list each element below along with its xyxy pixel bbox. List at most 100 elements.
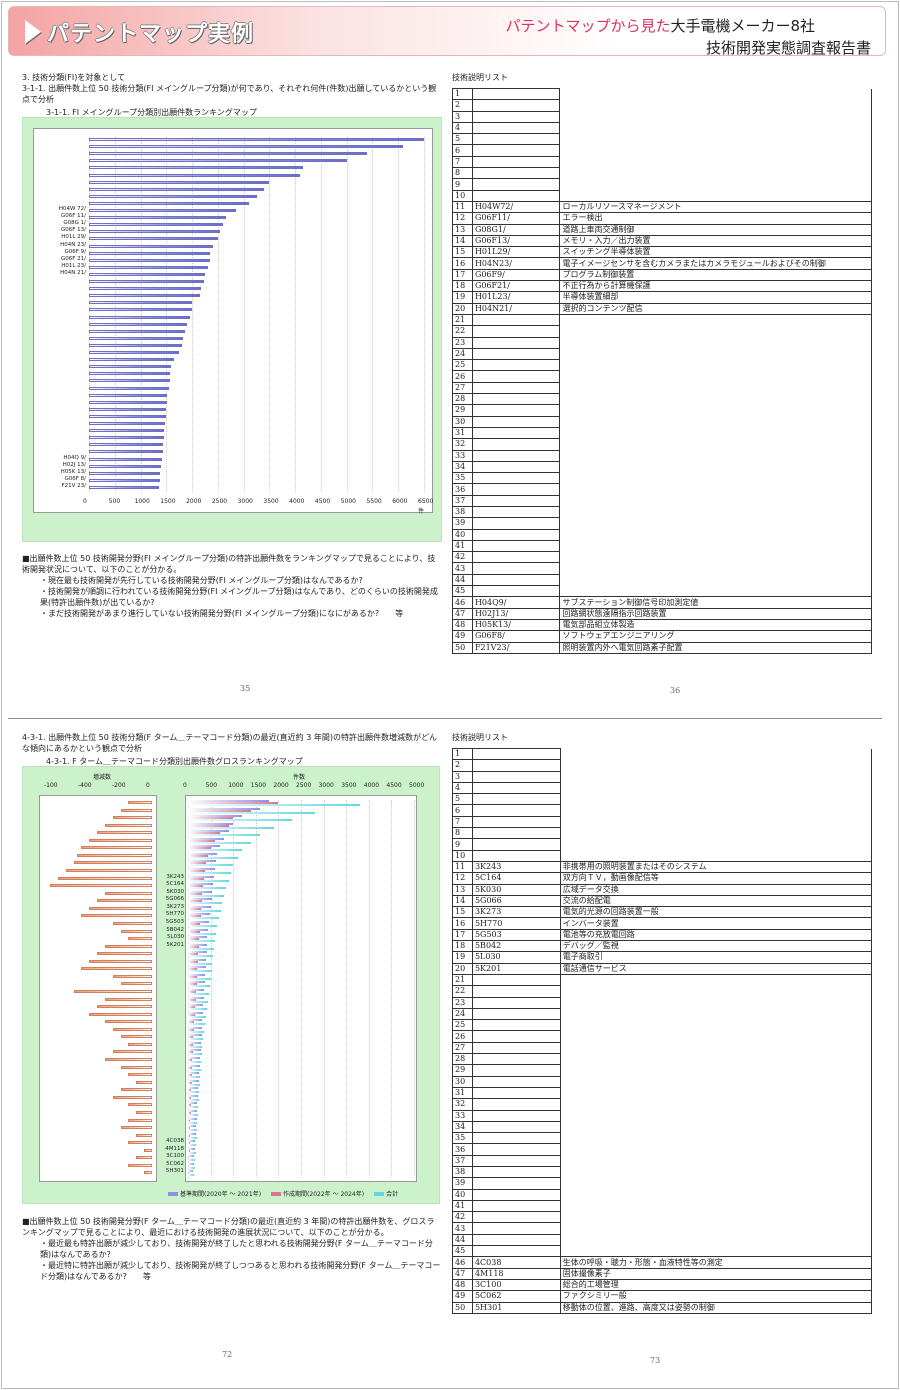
x-tick-label: 6000 — [392, 498, 408, 505]
tech-code — [471, 1109, 561, 1122]
tech-description — [559, 1019, 873, 1031]
legend-label: 作成期間(2022年 ～ 2024年) — [283, 1191, 365, 1198]
chart-bar — [89, 322, 187, 326]
x-tick-label: 3500 — [263, 498, 279, 505]
y-tick-label: G06F 9/ — [64, 248, 86, 255]
row-number: 39 — [452, 1177, 473, 1190]
tech-description: 電気部品組立体製造 — [559, 618, 872, 632]
tech-code — [471, 585, 561, 598]
bottom-bullet: ・最近特に特許出願が減少しており、技術開発が終了しつつあると思われる技術開発分野… — [40, 1261, 441, 1281]
tech-description — [559, 540, 872, 552]
table-row: 29 — [452, 404, 872, 417]
table-row: 43 — [452, 1222, 873, 1235]
tech-code — [471, 1199, 561, 1213]
table-row: 46 H04Q9/サブステーション制御信号印加測定値 — [452, 596, 872, 609]
tech-code — [471, 347, 561, 361]
table-row: 44 — [452, 1233, 873, 1247]
tech-description — [559, 816, 873, 828]
tech-description — [559, 144, 872, 157]
chart-bar — [89, 272, 205, 276]
series-bar — [188, 977, 211, 980]
row-number: 25 — [452, 359, 473, 372]
row-number: 27 — [452, 1041, 473, 1055]
row-number: 16 — [452, 917, 473, 930]
tech-description — [559, 483, 872, 496]
tech-code — [471, 996, 561, 1009]
table-row: 34 — [452, 1120, 873, 1134]
table-row: 12 5C164 双方向ＴＶ，動画像配信等 — [452, 872, 873, 885]
bottom-bullet: ・最近最も特許出願が減少しており、技術開発が終了したと思われる技術開発分野(F … — [40, 1239, 433, 1259]
diff-bar — [120, 1126, 152, 1130]
table-row: 47 4M118 固体撮像素子 — [452, 1267, 873, 1280]
table-row: 33 — [452, 1109, 873, 1122]
tech-description: 生体の呼吸・聴力・形態・血液特性等の測定 — [559, 1256, 873, 1269]
chart-bar — [89, 400, 167, 404]
table-row: 9 — [452, 838, 873, 851]
chart-bar — [89, 478, 160, 482]
tech-code — [471, 1053, 561, 1066]
subtitle-pink: パテントマップから見た — [505, 17, 671, 35]
row-number: 6 — [452, 144, 473, 157]
series-bar — [188, 1091, 200, 1094]
page-title: パテントマップ実例 — [47, 22, 255, 47]
row-number: 44 — [452, 573, 473, 587]
chart-bar — [89, 258, 211, 262]
diff-bar — [81, 914, 152, 918]
series-bar — [188, 1151, 196, 1154]
tech-description — [559, 771, 873, 783]
chart-bar — [89, 287, 202, 291]
row-number: 32 — [452, 1098, 473, 1111]
table-row: 30 — [452, 1075, 873, 1088]
diff-bar — [120, 1035, 152, 1039]
y-tick-label: H01L 29/ — [61, 234, 86, 241]
row-number: 1 — [452, 747, 473, 761]
row-number: 47 — [452, 1267, 473, 1280]
tech-description — [559, 562, 872, 575]
y-tick-label: G06F 21/ — [60, 255, 86, 262]
row-number: 39 — [452, 517, 473, 530]
row-number: 38 — [452, 1165, 473, 1179]
tech-code — [471, 121, 561, 135]
tech-description: 選択的コンテンツ配信 — [559, 302, 872, 315]
tech-code: H04N23/ — [471, 257, 561, 270]
tech-code: G06F13/ — [471, 234, 561, 248]
tech-description — [559, 370, 872, 383]
tech-description — [559, 1211, 873, 1223]
tech-description — [559, 450, 872, 462]
diff-bar — [104, 891, 152, 895]
tech-code — [471, 1165, 561, 1179]
x-tick-label: 1000 — [134, 498, 150, 505]
chart-bar — [89, 315, 190, 319]
legend-item: 作成期間(2022年 ～ 2024年) — [271, 1189, 364, 1198]
tech-description — [559, 974, 873, 986]
top-list-title: 技術説明リスト — [452, 73, 508, 82]
page-number: 72 — [222, 1350, 233, 1359]
tech-description — [559, 1177, 873, 1190]
tech-description — [559, 748, 873, 760]
series-bar — [188, 1053, 202, 1056]
y-tick-label: 5B042 — [166, 926, 184, 933]
diff-bar — [112, 1095, 152, 1099]
legend-label: 基準期間(2020年 ～ 2021年) — [180, 1191, 262, 1198]
table-row: 4 — [452, 781, 873, 795]
tech-code — [471, 759, 561, 772]
tech-description: 非携帯用の照明装置またはそのシステム — [559, 860, 873, 874]
row-number: 46 — [452, 1256, 473, 1269]
y-tick-label: 3C100 — [166, 1153, 184, 1160]
bottom-list-title: 技術説明リスト — [452, 733, 508, 742]
page-number: 73 — [650, 1356, 661, 1365]
diff-bar — [120, 1065, 152, 1069]
y-tick-label: 5L030 — [166, 934, 184, 941]
tech-code: F21V23/ — [471, 641, 561, 654]
series-bar — [188, 1106, 199, 1109]
diff-bar — [144, 1148, 152, 1152]
tech-code — [471, 325, 561, 338]
tech-code — [471, 827, 561, 840]
diff-bar — [136, 1080, 152, 1084]
table-row: 23 — [452, 336, 872, 349]
series-bar — [188, 1083, 200, 1086]
row-number: 46 — [452, 596, 473, 609]
grid-line — [323, 800, 325, 1178]
row-number: 10 — [452, 189, 473, 202]
table-row: 3 — [452, 110, 872, 123]
